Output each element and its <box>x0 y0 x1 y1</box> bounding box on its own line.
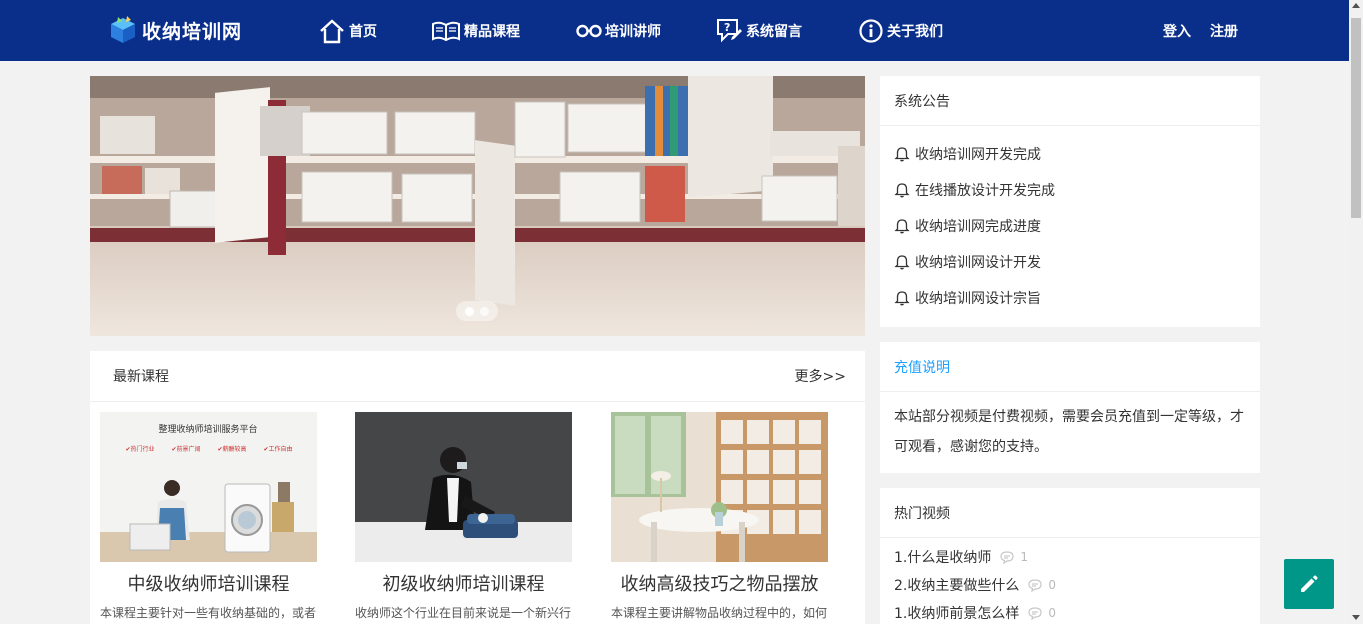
course-card[interactable]: 整理收纳师培训服务平台 ✔热门行业 ✔前景广阔 ✔薪酬较高 ✔工作自由 中级收纳… <box>100 412 317 624</box>
hot-video-item[interactable]: 1.什么是收纳师 1 <box>894 543 1246 571</box>
latest-courses-title: 最新课程 <box>113 369 169 385</box>
site-logo[interactable]: 收纳培训网 <box>108 14 242 46</box>
latest-courses-panel: 最新课程 更多>> 整理收纳师培训服务平台 ✔热门行业 ✔前景广阔 ✔薪酬较高 … <box>90 351 865 624</box>
logo-text: 收纳培训网 <box>142 20 243 43</box>
course-thumbnail[interactable]: 整理收纳师培训服务平台 ✔热门行业 ✔前景广阔 ✔薪酬较高 ✔工作自由 <box>100 412 317 562</box>
latest-courses-header: 最新课程 更多>> <box>90 351 865 402</box>
bell-icon <box>894 219 910 234</box>
hot-videos-title: 热门视频 <box>880 488 1260 538</box>
notice-item[interactable]: 收纳培训网设计宗旨 <box>894 280 1246 316</box>
more-courses-link[interactable]: 更多>> <box>795 366 846 386</box>
system-notice-title: 系统公告 <box>880 76 1260 126</box>
course-desc: 收纳师这个行业在目前来说是一个新兴行 <box>355 606 572 620</box>
scroll-down-arrow-icon[interactable] <box>1352 615 1360 620</box>
course-card[interactable]: 初级收纳师培训课程 收纳师这个行业在目前来说是一个新兴行 <box>355 412 572 624</box>
info-icon <box>859 18 883 43</box>
top-navbar: 收纳培训网 首页 精品课程 培训讲师 ? 系统留言 关于我们 登入 注册 <box>0 0 1349 61</box>
bell-icon <box>894 291 910 306</box>
notice-text: 收纳培训网开发完成 <box>915 147 1041 163</box>
hot-videos-list: 1.什么是收纳师 1 2.收纳主要做些什么 0 1.收纳师前景怎么样 0 <box>880 538 1260 624</box>
main-nav: 首页 精品课程 培训讲师 ? 系统留言 关于我们 <box>318 0 943 61</box>
edit-fab-button[interactable] <box>1284 559 1334 609</box>
nav-messages-label: 系统留言 <box>746 23 802 40</box>
home-icon <box>320 18 344 43</box>
hot-video-label: 1.收纳师前景怎么样 <box>894 606 1020 622</box>
register-link[interactable]: 注册 <box>1210 21 1238 41</box>
nav-courses-label: 精品课程 <box>464 23 520 40</box>
nav-courses[interactable]: 精品课程 <box>431 20 520 42</box>
notice-item[interactable]: 收纳培训网开发完成 <box>894 136 1246 172</box>
notice-list: 收纳培训网开发完成 在线播放设计开发完成 收纳培训网完成进度 收纳培训网设计开发… <box>880 126 1260 316</box>
book-icon <box>432 21 460 41</box>
nav-home-label: 首页 <box>349 23 377 40</box>
thumb-tag: ✔工作自由 <box>263 445 292 453</box>
bell-icon <box>894 183 910 198</box>
system-notice-panel: 系统公告 收纳培训网开发完成 在线播放设计开发完成 收纳培训网完成进度 收纳培训… <box>880 76 1260 327</box>
hot-video-count: 0 <box>1048 578 1056 592</box>
notice-text: 收纳培训网设计宗旨 <box>915 291 1041 307</box>
hot-video-item[interactable]: 1.收纳师前景怎么样 0 <box>894 599 1246 624</box>
carousel-dot-2[interactable] <box>480 306 489 316</box>
course-thumbnail[interactable] <box>355 412 572 562</box>
course-name[interactable]: 初级收纳师培训课程 <box>355 570 572 596</box>
pencil-icon <box>1301 575 1318 592</box>
scroll-up-arrow-icon[interactable] <box>1352 3 1360 8</box>
course-name[interactable]: 中级收纳师培训课程 <box>100 570 317 596</box>
carousel-dot-1[interactable] <box>465 306 474 316</box>
hot-videos-panel: 热门视频 1.什么是收纳师 1 2.收纳主要做些什么 0 1.收纳师前景怎么样 … <box>880 488 1260 624</box>
banner-carousel[interactable] <box>90 76 865 336</box>
hot-video-count: 0 <box>1048 606 1056 620</box>
nav-home[interactable]: 首页 <box>318 18 377 44</box>
nav-about-label: 关于我们 <box>887 23 943 40</box>
recharge-title: 充值说明 <box>880 342 1260 392</box>
course-desc: 本课程主要讲解物品收纳过程中的，如何 <box>611 606 828 620</box>
recharge-panel: 充值说明 本站部分视频是付费视频，需要会员充值到一定等级，才可观看，感谢您的支持… <box>880 342 1260 473</box>
view-count-icon <box>1000 551 1014 564</box>
login-link[interactable]: 登入 <box>1163 21 1191 41</box>
hot-video-item[interactable]: 2.收纳主要做些什么 0 <box>894 571 1246 599</box>
notice-text: 收纳培训网设计开发 <box>915 255 1041 271</box>
glasses-icon <box>576 24 602 37</box>
course-desc: 本课程主要针对一些有收纳基础的，或者 <box>100 606 317 620</box>
thumb-title: 整理收纳师培训服务平台 <box>158 423 257 435</box>
hot-video-label: 1.什么是收纳师 <box>894 550 992 566</box>
carousel-indicator <box>456 301 498 321</box>
course-name[interactable]: 收纳高级技巧之物品摆放 <box>611 570 828 596</box>
nav-teachers-label: 培训讲师 <box>605 23 661 40</box>
thumb-tag: ✔热门行业 <box>125 445 154 453</box>
notice-text: 在线播放设计开发完成 <box>915 183 1055 199</box>
hot-video-count: 1 <box>1020 550 1028 564</box>
scrollbar-thumb[interactable] <box>1351 18 1361 218</box>
notice-text: 收纳培训网完成进度 <box>915 219 1041 235</box>
message-icon: ? <box>717 18 742 42</box>
banner-image <box>90 76 865 336</box>
thumb-tag: ✔前景广阔 <box>171 445 200 453</box>
hot-video-label: 2.收纳主要做些什么 <box>894 578 1020 594</box>
recharge-text: 本站部分视频是付费视频，需要会员充值到一定等级，才可观看，感谢您的支持。 <box>894 409 1244 455</box>
thumb-tag: ✔薪酬较高 <box>217 445 246 453</box>
notice-item[interactable]: 收纳培训网完成进度 <box>894 208 1246 244</box>
logo-cube-icon <box>111 16 135 43</box>
nav-teachers[interactable]: 培训讲师 <box>576 21 661 41</box>
auth-links: 登入 注册 <box>1163 0 1238 61</box>
svg-text:?: ? <box>724 21 730 34</box>
nav-messages[interactable]: ? 系统留言 <box>715 17 802 45</box>
notice-item[interactable]: 收纳培训网设计开发 <box>894 244 1246 280</box>
view-count-icon <box>1028 579 1042 592</box>
bell-icon <box>894 255 910 270</box>
course-thumbnail[interactable] <box>611 412 828 562</box>
nav-about[interactable]: 关于我们 <box>858 18 943 44</box>
view-count-icon <box>1028 607 1042 620</box>
notice-item[interactable]: 在线播放设计开发完成 <box>894 172 1246 208</box>
page-scrollbar[interactable] <box>1349 0 1363 624</box>
bell-icon <box>894 147 910 162</box>
course-card[interactable]: 收纳高级技巧之物品摆放 本课程主要讲解物品收纳过程中的，如何 <box>611 412 828 624</box>
